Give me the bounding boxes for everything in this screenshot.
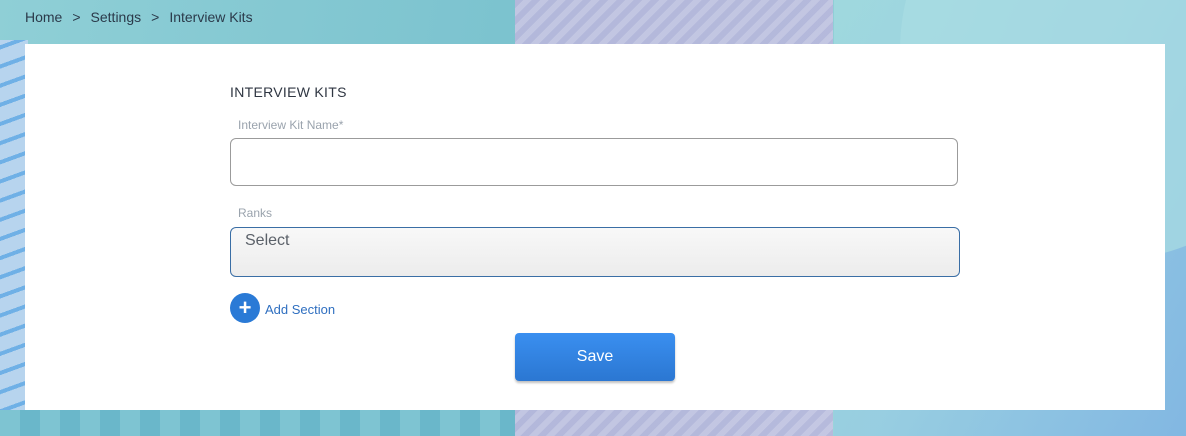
- breadcrumb-settings[interactable]: Settings: [91, 9, 142, 25]
- save-button[interactable]: Save: [515, 333, 675, 381]
- background-bottom-wave: [0, 410, 515, 436]
- add-section-button[interactable]: + Add Section: [230, 293, 335, 323]
- breadcrumb-interview-kits: Interview Kits: [169, 9, 253, 25]
- section-title: INTERVIEW KITS: [230, 84, 347, 100]
- background-waves: [0, 40, 28, 436]
- kit-name-input[interactable]: [230, 138, 958, 186]
- add-section-label: Add Section: [265, 301, 336, 317]
- breadcrumb-home[interactable]: Home: [25, 9, 62, 25]
- kit-name-label: Interview Kit Name*: [238, 118, 344, 132]
- ranks-label: Ranks: [238, 206, 273, 220]
- ranks-select-value: Select: [245, 232, 290, 249]
- interview-kit-form-card: INTERVIEW KITS Interview Kit Name* Ranks…: [25, 44, 1165, 410]
- breadcrumb: Home > Settings > Interview Kits: [25, 9, 253, 25]
- ranks-select[interactable]: Select: [230, 227, 960, 277]
- breadcrumb-separator: >: [151, 9, 160, 25]
- breadcrumb-separator: >: [72, 9, 81, 25]
- plus-icon: +: [230, 293, 260, 323]
